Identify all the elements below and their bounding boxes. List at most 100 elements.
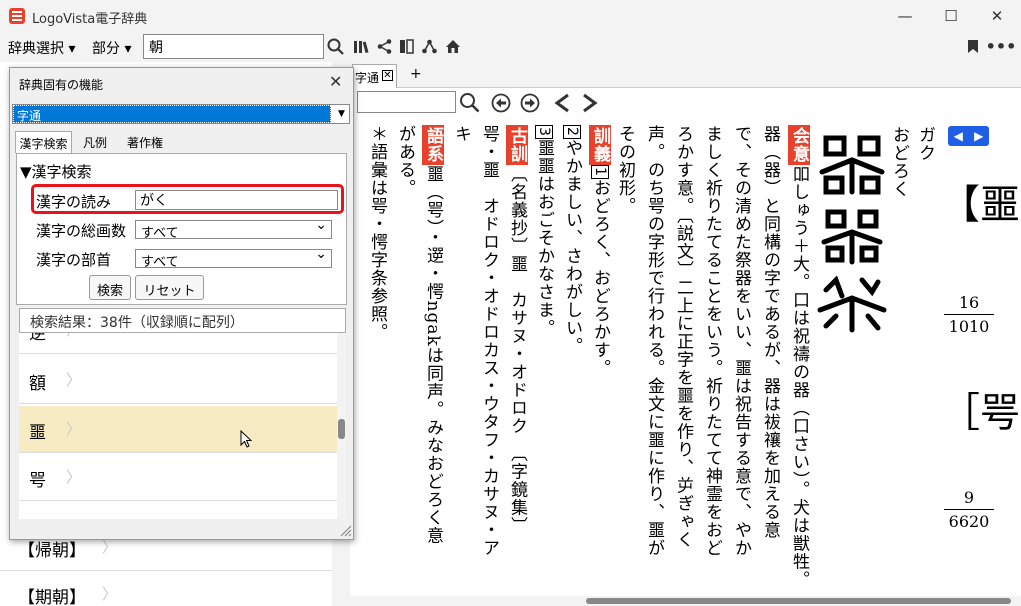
entry-text: 噩噩はおごそかなさま。: [534, 138, 554, 337]
kaii-tag: 会意: [788, 125, 810, 165]
entry-line: その初形。: [615, 125, 635, 215]
chevron-right-icon: 〉: [66, 371, 82, 389]
back-arrow-icon[interactable]: [553, 93, 571, 117]
prev-circle-icon[interactable]: [491, 93, 511, 117]
result-row-selected[interactable]: 噩〉: [19, 406, 337, 453]
entry-line: 古訓〔名義抄〕噩 カサヌ・オドロク 〔字鏡集〕: [505, 125, 529, 535]
entry-text: 吅しゅう＋大。口は祝禱の器（口さい）。犬は獣牲。: [789, 165, 809, 589]
variant-headword: ［咢］: [940, 390, 1021, 436]
result-summary: 検索結果：38件（収録順に配列）: [19, 308, 346, 333]
search-icon[interactable]: [326, 36, 344, 56]
sense-number: 2: [563, 125, 581, 139]
entry-nav-arrows[interactable]: ◀ ▶: [948, 126, 989, 146]
entry-line: がある。: [395, 125, 415, 197]
minimize-button[interactable]: —: [882, 0, 928, 32]
entry-line: ましく祈りたてることをいう。祈りたてて神霊をおど: [702, 125, 722, 557]
stroke-number: 9: [963, 488, 975, 507]
tab-close-icon[interactable]: ✕: [382, 70, 393, 81]
next-entry-icon[interactable]: ▶: [974, 129, 983, 143]
dropdown-arrow-icon[interactable]: ▼: [334, 105, 349, 123]
tab-kanji-search[interactable]: 漢字検索: [15, 131, 72, 153]
stroke-number: 16: [958, 293, 980, 312]
result-row[interactable]: 咢〉: [19, 454, 337, 501]
tab-label: 字通: [355, 71, 380, 85]
section-header[interactable]: ▼漢字検索: [20, 161, 92, 182]
reset-button[interactable]: リセット: [135, 275, 204, 300]
share-icon[interactable]: [376, 36, 392, 56]
result-label: 額: [29, 374, 46, 394]
search-input[interactable]: [143, 34, 324, 59]
maximize-button[interactable]: ☐: [928, 0, 974, 32]
variant-stroke-count: 9 6620: [940, 488, 998, 531]
code-number: 1010: [948, 317, 990, 336]
bookmark-icon[interactable]: [966, 36, 980, 56]
columns-icon[interactable]: [398, 36, 414, 56]
dictionary-dropdown-value[interactable]: 字通: [13, 105, 331, 123]
tab-copyright[interactable]: 著作権: [124, 131, 166, 153]
entry-text: 〔名義抄〕噩 カサヌ・オドロク 〔字鏡集〕: [507, 165, 527, 535]
result-label: 咢: [29, 471, 46, 491]
radical-label: 漢字の部首: [36, 251, 112, 269]
window-title: LogoVista電子辞典: [32, 12, 148, 27]
chevron-right-icon: 〉: [66, 468, 82, 486]
chevron-right-icon: 〉: [66, 420, 82, 438]
result-row[interactable]: 逆〉: [19, 333, 337, 354]
title-bar: [0, 0, 1021, 32]
tab-jitsu[interactable]: 字通 ✕: [352, 64, 397, 88]
seal-script-image: [817, 135, 887, 333]
entry-line: で、その清めた祭器をいい、噩は祝告する意で、やか: [731, 125, 751, 557]
entry-line: 訓義1おどろく、おどろかす。: [588, 125, 612, 377]
result-label: 噩: [29, 423, 46, 443]
entry-line: 3噩噩はおごそかなさま。: [532, 125, 556, 337]
code-number: 6620: [948, 512, 990, 531]
dialog-title: 辞典固有の機能: [19, 78, 104, 92]
list-item[interactable]: 【期朝】 〉: [0, 571, 332, 606]
result-scroll-thumb[interactable]: [338, 419, 345, 439]
entry-line: 器（器）と同構の字であるが、器は祓禳を加える意: [760, 125, 780, 539]
scroll-thumb[interactable]: [586, 598, 1011, 604]
radical-select[interactable]: すべて: [135, 246, 332, 270]
list-item-label: 【期朝】: [18, 588, 86, 606]
content-search-input[interactable]: [357, 91, 456, 113]
entry-line: 語系噩（咢）・遻・愕ngakは同声。みなおどろく意: [421, 125, 445, 545]
mouse-cursor: [240, 430, 252, 448]
headword: 【噩】: [940, 182, 1021, 228]
reading-input[interactable]: [135, 190, 338, 210]
result-row[interactable]: 額〉: [19, 357, 337, 404]
app-icon: [9, 8, 25, 24]
reading-label: 漢字の読み: [36, 193, 112, 211]
entry-line: 2やかましい、さわがしい。: [560, 125, 584, 355]
entry-text: おどろく、おどろかす。: [590, 178, 610, 377]
more-icon[interactable]: •••: [986, 36, 1017, 56]
dialog-close-icon[interactable]: ✕: [329, 72, 342, 91]
forward-arrow-icon[interactable]: [581, 93, 599, 117]
entry-line: ＊語彙は咢・愕字条参照。: [367, 125, 387, 341]
entry-line: ろかす意。〔説文〕二上に正字を噩を作り、屰ぎゃく: [673, 125, 693, 549]
tree-icon[interactable]: [421, 36, 437, 56]
bushu-button[interactable]: 部分 ▾: [92, 38, 131, 58]
result-label: 諤: [29, 515, 46, 519]
kokun-tag: 古訓: [506, 125, 528, 165]
prev-entry-icon[interactable]: ◀: [954, 129, 963, 143]
chevron-right-icon: 〉: [66, 333, 81, 340]
resize-grip-icon[interactable]: [340, 525, 352, 537]
add-tab-button[interactable]: +: [410, 66, 422, 82]
library-icon[interactable]: [352, 36, 370, 56]
content-search-icon[interactable]: [459, 92, 480, 117]
result-row[interactable]: 諤: [19, 503, 337, 519]
tab-bar: [350, 62, 1021, 88]
next-circle-icon[interactable]: [520, 93, 540, 117]
entry-line: 咢・噩 オドロク・オドロカス・ウタフ・カサヌ・ア: [479, 125, 499, 557]
search-button[interactable]: 検索: [89, 275, 131, 300]
entry-text: やかましい、さわがしい。: [562, 138, 582, 355]
tab-hanrei[interactable]: 凡例: [80, 131, 110, 153]
entry-line: 会意吅しゅう＋大。口は祝禱の器（口さい）。犬は獣牲。: [787, 125, 811, 589]
home-icon[interactable]: [444, 36, 461, 56]
pronunciation: ガク: [915, 126, 935, 162]
result-list: 逆〉 額〉 噩〉 咢〉 諤: [19, 333, 337, 519]
entry-text: 噩（咢）・遻・愕ngakは同声。みなおどろく意: [423, 165, 443, 545]
strokes-label: 漢字の総画数: [36, 222, 127, 240]
window-close-button[interactable]: ✕: [974, 0, 1020, 32]
dict-select-button[interactable]: 辞典選択 ▾: [8, 38, 75, 58]
strokes-select[interactable]: すべて: [135, 217, 332, 241]
